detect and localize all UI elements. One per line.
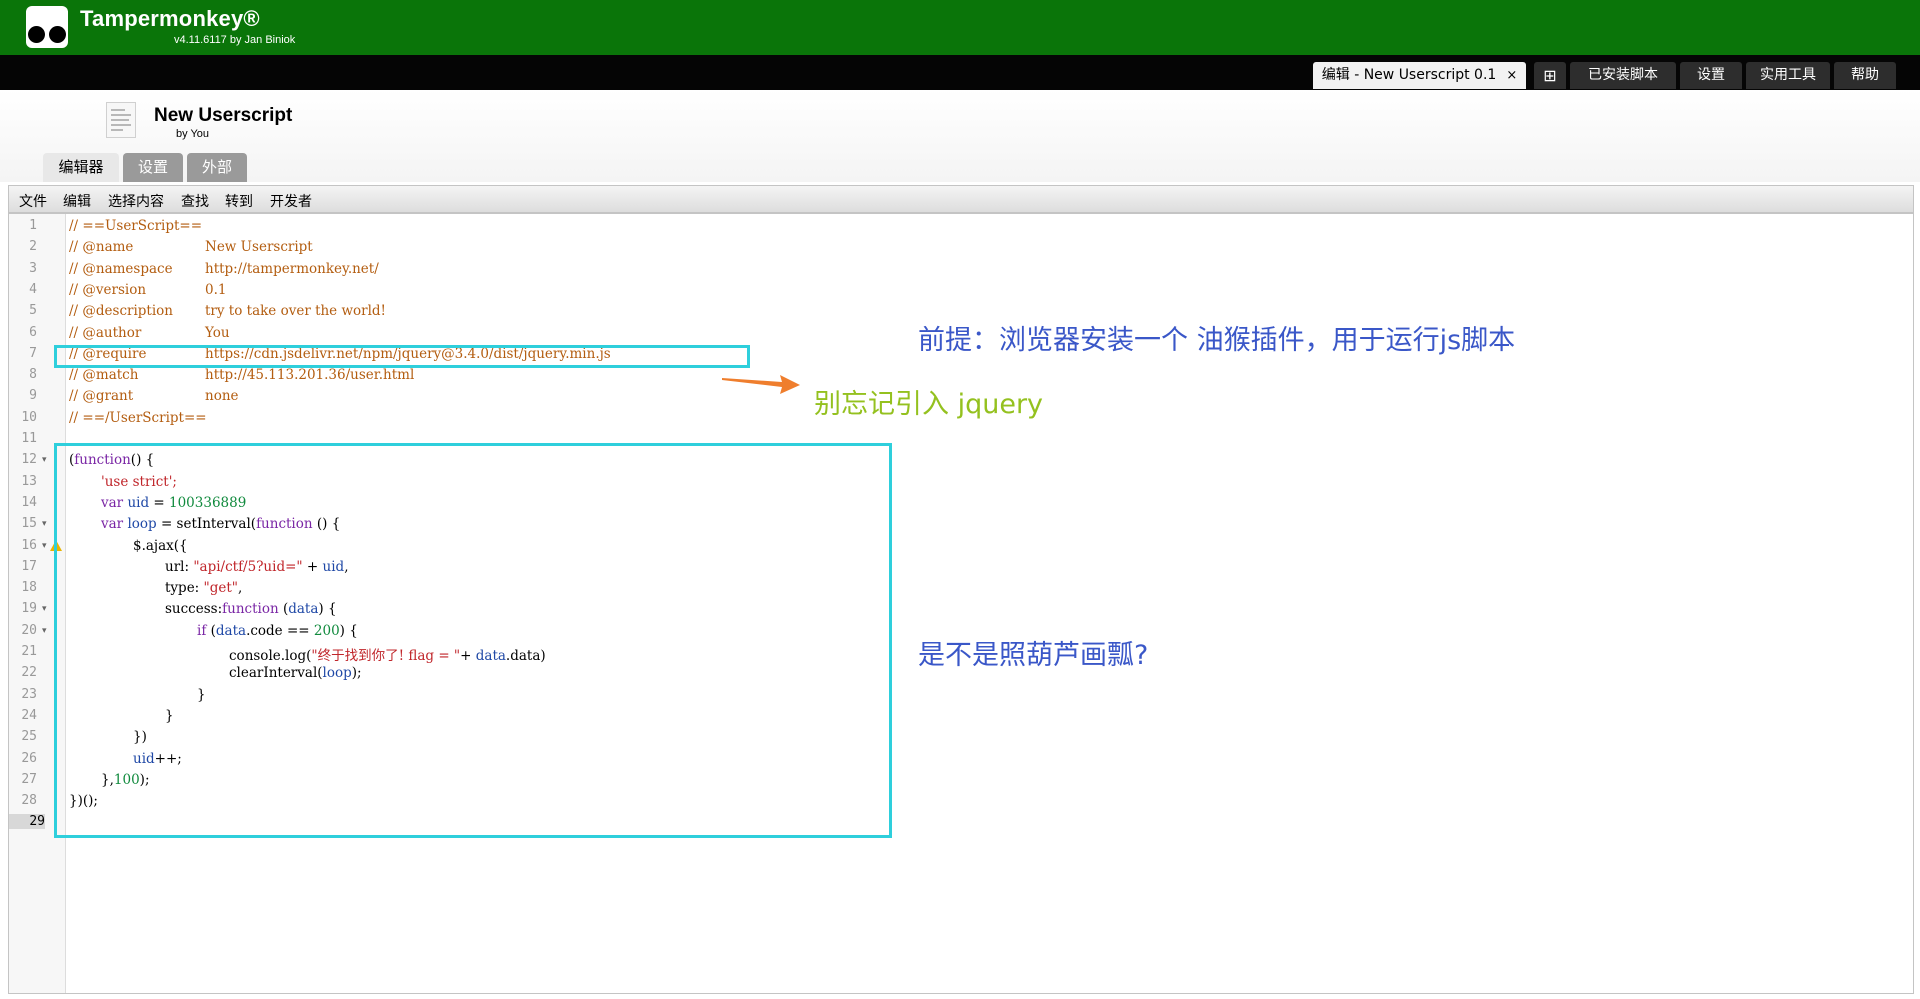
pointer-arrow-icon: [722, 375, 800, 394]
menu-file[interactable]: 文件: [19, 191, 47, 211]
tab-edit-script-label: 编辑 - New Userscript 0.1: [1321, 67, 1497, 83]
code-token: // @grant: [69, 388, 134, 405]
tab-help[interactable]: 帮助: [1834, 62, 1896, 89]
tab-edit-script[interactable]: 编辑 - New Userscript 0.1 ×: [1313, 62, 1526, 89]
code-line: // @match http://45.113.201.36/user.html: [69, 367, 414, 383]
jquery-note: 别忘记引入 jquery: [814, 389, 1044, 420]
premise-note: 前提：浏览器安装一个 油猴插件，用于运行js脚本: [918, 325, 1516, 356]
code-line: // ==/UserScript==: [69, 410, 207, 426]
code-line: // @author You: [69, 325, 230, 341]
line-number: 14: [21, 494, 37, 510]
copy-note: 是不是照葫芦画瓢?: [918, 640, 1149, 671]
code-line: // @grant none: [69, 388, 239, 404]
line-number: 6: [29, 324, 37, 340]
fold-toggle-icon[interactable]: ▾: [42, 519, 47, 529]
line-number: 20: [21, 622, 37, 638]
line-number: 27: [21, 771, 37, 787]
line-number: 12: [21, 452, 37, 468]
tab-installed-scripts[interactable]: 已安装脚本: [1570, 62, 1676, 89]
line-number: 24: [21, 707, 37, 723]
fold-toggle-icon[interactable]: ▾: [42, 541, 47, 551]
subtab-editor[interactable]: 编辑器: [43, 153, 119, 182]
fold-toggle-icon[interactable]: ▾: [42, 455, 47, 465]
script-author: by You: [176, 128, 210, 140]
line-number: 3: [29, 260, 37, 276]
line-number: 1: [29, 218, 37, 233]
code-token: // ==/UserScript==: [69, 409, 207, 426]
code-token: try to take over the world!: [205, 303, 386, 320]
code-line: // @version 0.1: [69, 282, 226, 298]
editor-menu-bar: 文件 编辑 选择内容 查找 转到 开发者: [8, 185, 1914, 213]
menu-edit[interactable]: 编辑: [63, 191, 91, 211]
code-token: You: [205, 324, 230, 341]
line-number: 15: [21, 516, 37, 532]
tampermonkey-logo-icon[interactable]: [26, 6, 68, 48]
line-number: 28: [21, 793, 37, 809]
code-token: http://45.113.201.36/user.html: [205, 367, 415, 384]
code-token: 0.1: [205, 281, 227, 298]
app-version: v4.11.6117 by Jan Biniok: [174, 34, 296, 46]
menu-find[interactable]: 查找: [181, 191, 209, 211]
line-number: 22: [21, 665, 37, 681]
main-tab-bar: 编辑 - New Userscript 0.1 × ⊞ 已安装脚本 设置 实用工具…: [0, 55, 1920, 90]
app-header: Tampermonkey® v4.11.6117 by Jan Biniok: [0, 0, 1920, 55]
line-number: 29: [9, 814, 45, 830]
subtab-settings[interactable]: 设置: [123, 153, 183, 182]
require-highlight-box: [54, 345, 750, 368]
code-token: // @author: [69, 324, 142, 341]
app-name: Tampermonkey®: [80, 6, 260, 31]
new-script-tab-icon[interactable]: ⊞: [1534, 62, 1566, 89]
menu-developer[interactable]: 开发者: [270, 191, 312, 211]
code-token: // @match: [69, 367, 139, 384]
line-number: 2: [29, 239, 37, 255]
menu-goto[interactable]: 转到: [225, 191, 253, 211]
script-name: New Userscript: [154, 105, 293, 126]
line-number: 7: [29, 345, 37, 361]
code-token: // @version: [69, 281, 147, 298]
code-token: New Userscript: [205, 239, 313, 256]
code-line: // @name New Userscript: [69, 239, 313, 255]
line-number: 18: [21, 580, 37, 596]
line-number: 21: [21, 644, 37, 659]
code-token: http://tampermonkey.net/: [205, 260, 379, 277]
line-number: 13: [21, 473, 37, 489]
code-token: // @namespace: [69, 260, 173, 277]
line-number: 25: [21, 729, 37, 745]
menu-selection[interactable]: 选择内容: [108, 191, 164, 211]
code-line: // ==UserScript==: [69, 218, 202, 234]
line-number: 9: [29, 388, 37, 404]
line-number: 10: [21, 409, 37, 425]
code-line: // @namespace http://tampermonkey.net/: [69, 261, 379, 277]
line-number: 16: [21, 537, 37, 553]
line-number: 8: [29, 367, 37, 383]
tab-utilities[interactable]: 实用工具: [1746, 62, 1830, 89]
code-line: // @description try to take over the worl…: [69, 303, 386, 319]
line-number: 5: [29, 303, 37, 319]
line-number: 19: [21, 601, 37, 617]
close-icon[interactable]: ×: [1506, 68, 1517, 83]
line-number: 26: [21, 750, 37, 766]
tab-settings[interactable]: 设置: [1680, 62, 1742, 89]
code-token: // @name: [69, 239, 134, 256]
script-body-highlight-box: [54, 443, 892, 838]
line-number: 17: [21, 558, 37, 574]
line-number: 23: [21, 686, 37, 702]
fold-toggle-icon[interactable]: ▾: [42, 626, 47, 636]
script-header: New Userscript by You 编辑器 设置 外部: [0, 90, 1920, 182]
code-token: // ==UserScript==: [69, 218, 203, 234]
code-token: none: [205, 388, 239, 405]
line-number: 4: [29, 281, 37, 297]
line-number: 11: [21, 431, 37, 446]
code-token: // @description: [69, 303, 173, 320]
subtab-externals[interactable]: 外部: [187, 153, 247, 182]
fold-toggle-icon[interactable]: ▾: [42, 604, 47, 614]
script-document-icon: [106, 102, 136, 138]
